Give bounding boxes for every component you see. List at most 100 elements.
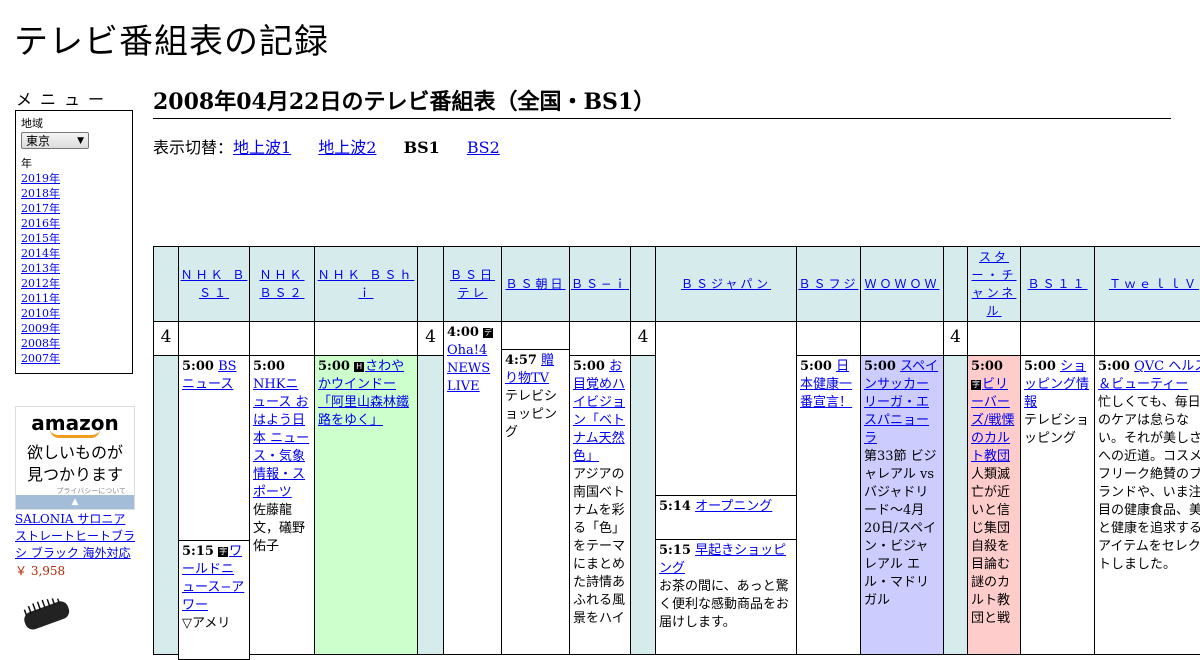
channel-link-twellv[interactable]: ＴｗｅｌｌＶ [1109,275,1199,293]
year-link-2019[interactable]: 2019年 [21,171,127,186]
year-link-2014[interactable]: 2014年 [21,246,127,261]
channel-link-wowow[interactable]: ＷＯＷＯＷ [864,275,939,293]
year-link-2009[interactable]: 2009年 [21,321,127,336]
program-description: 第33節 ビジャレアル vs バジャドリード～4月20日/スペイン・ビジャレアル… [864,449,937,608]
ad-slogan-line-2: 見つかります [26,465,123,484]
site-title: テレビ番組表の記録 [14,22,329,62]
program-cell: 5:00 NHKニュース おはよう日本 ニュース・気象情報・スポーツ 佐藤龍文，… [249,355,315,655]
hair-brush-image[interactable] [18,596,78,636]
channel-link-star-channel[interactable]: スター・チャンネル [968,248,1020,320]
switcher-label: 表示切替： [153,138,234,157]
hour-label: 4 [630,321,656,356]
ad-expand-icon[interactable]: ▲ [16,495,134,509]
menu-label: メニュー [16,90,113,109]
program-slot-empty [1094,321,1200,356]
channel-header-bs-japan: ＢＳジャパン [655,246,797,322]
program-cell: 5:15 字ワールドニュース−アワー ▽アメリ [178,540,250,660]
display-switcher: 表示切替：地上波1 地上波2 BS1 BS2 [153,134,522,158]
program-cell: 5:14 オープニング [655,495,797,540]
program-cell: 5:00 字ビリーバーズ/戦慄のカルト教団 人類滅亡が近いと信じ集団自殺を目論む… [967,355,1021,655]
channel-link-bs-ntv[interactable]: ＢＳ日テレ [444,266,501,302]
program-time: 4:00 [447,325,479,340]
program-title-link[interactable]: Oha!4 NEWS LIVE [447,343,490,394]
switch-current-bs1: BS1 [403,138,440,157]
program-slot-empty [314,321,418,356]
channel-header-bs-fuji: ＢＳフジ [796,246,861,322]
channel-link-nhk-bs2[interactable]: ＮＨＫ ＢＳ２ [250,266,314,302]
year-link-2010[interactable]: 2010年 [21,306,127,321]
time-column-header [630,246,656,322]
program-title-link[interactable]: お目覚めハイビジョン「ベトナム天然色」 [573,359,625,464]
channel-header-bs-i: ＢＳ−ｉ [569,246,631,322]
channel-header-star-channel: スター・チャンネル [967,246,1021,322]
time-column-header [417,246,444,322]
channel-header-bs-ntv: ＢＳ日テレ [443,246,502,322]
program-cell: 4:00 デ Oha!4 NEWS LIVE [443,321,502,655]
switch-link-bs2[interactable]: BS2 [467,138,500,157]
amazon-logo: amazon [31,411,119,435]
program-cell: 5:00 ショッピング情報 テレビショッピング [1020,355,1095,655]
program-description: お茶の間に、あっと驚く便利な感動商品をお届けします。 [659,579,790,630]
region-select[interactable]: 東京 ▼ [21,132,89,149]
amazon-ad-banner[interactable]: amazon 欲しいものが 見つかります プライバシーについて ▲ [15,406,135,510]
program-time: 5:14 [659,499,691,514]
program-time: 5:00 [253,359,285,374]
program-description: テレビショッピング [1024,413,1090,446]
program-slot-empty [655,321,797,496]
region-value: 東京 [26,134,51,148]
year-link-2008[interactable]: 2008年 [21,336,127,351]
year-link-2012[interactable]: 2012年 [21,276,127,291]
channel-header-bs-asahi: ＢＳ朝日 [501,246,570,322]
page-heading: 2008年04月22日のテレビ番組表（全国・BS1） [153,84,1171,119]
dropdown-arrow-icon: ▼ [77,136,84,146]
program-title-link[interactable]: オープニング [695,499,772,514]
program-cell: 5:00 スペインサッカー リーガ・エスパニョーラ 第33節 ビジャレアル vs… [860,355,944,655]
program-description: 佐藤龍文，礒野佑子 [253,503,306,554]
switch-link-terrestrial-2[interactable]: 地上波2 [318,138,376,157]
channel-header-twellv: ＴｗｅｌｌＶ [1094,246,1200,322]
program-slot-empty [1020,321,1095,356]
year-link-2017[interactable]: 2017年 [21,201,127,216]
program-slot-empty [796,321,861,356]
program-cell: 5:15 早起きショッピング お茶の間に、あっと驚く便利な感動商品をお届けします… [655,539,797,655]
channel-link-bs11[interactable]: ＢＳ１１ [1027,275,1087,293]
program-description: 忙しくても、毎日のケアは怠らない。それが美しさへの近道。コスメフリーク絶賛のブラ… [1098,395,1200,572]
hour-label: 4 [153,321,179,356]
program-description: アジアの南国ベトナムを彩る「色」をテーマにまとめた詩情あふれる風景をハイ [573,467,626,626]
program-time: 5:00 [573,359,605,374]
year-link-2015[interactable]: 2015年 [21,231,127,246]
time-column-header [153,246,179,322]
program-slot-empty [569,321,631,356]
program-description: テレビショッピング [505,389,558,440]
program-title-link[interactable]: ビリーバーズ/戦慄のカルト教団 [971,377,1014,464]
year-link-2007[interactable]: 2007年 [21,351,127,366]
program-description: 人類滅亡が近いと信じ集団自殺を目論む謎のカルト教団と戦 [971,467,1011,626]
year-link-2018[interactable]: 2018年 [21,186,127,201]
time-column [417,355,444,655]
program-cell: 5:00 BSニュース [178,355,250,541]
year-link-2013[interactable]: 2013年 [21,261,127,276]
ad-product-link[interactable]: SALONIA サロニア ストレートヒートブラシ ブラック 海外対応 [15,511,140,562]
channel-link-bs-japan[interactable]: ＢＳジャパン [681,275,771,293]
channel-link-bs-asahi[interactable]: ＢＳ朝日 [505,275,565,293]
year-link-2016[interactable]: 2016年 [21,216,127,231]
channel-link-nhk-bshi[interactable]: ＮＨＫ ＢＳｈｉ [315,266,417,302]
caption-icon: 字 [218,547,229,557]
program-time: 5:00 [864,359,896,374]
program-time: 5:15 [182,544,214,559]
hd-icon: H [354,362,365,372]
program-title-link[interactable]: NHKニュース おはよう日本 ニュース・気象情報・スポーツ [253,377,309,500]
year-link-2011[interactable]: 2011年 [21,291,127,306]
program-slot-empty [249,321,315,356]
program-slot-empty [967,321,1021,356]
channel-header-bs11: ＢＳ１１ [1020,246,1095,322]
sidebar-menu: 地域 東京 ▼ 年 2019年 2018年 2017年 2016年 2015年 … [15,110,133,374]
program-time: 5:15 [659,543,691,558]
program-cell: 5:00 日本健康一番宣言！ [796,355,861,655]
program-cell: 5:00 H さわやかウインドー「阿里山森林鐵路をゆく」 [314,355,418,655]
switch-link-terrestrial-1[interactable]: 地上波1 [233,138,291,157]
channel-link-nhk-bs1[interactable]: ＮＨＫ ＢＳ１ [179,266,249,302]
hour-label: 4 [417,321,444,356]
channel-link-bs-i[interactable]: ＢＳ−ｉ [571,275,629,293]
channel-link-bs-fuji[interactable]: ＢＳフジ [798,275,858,293]
